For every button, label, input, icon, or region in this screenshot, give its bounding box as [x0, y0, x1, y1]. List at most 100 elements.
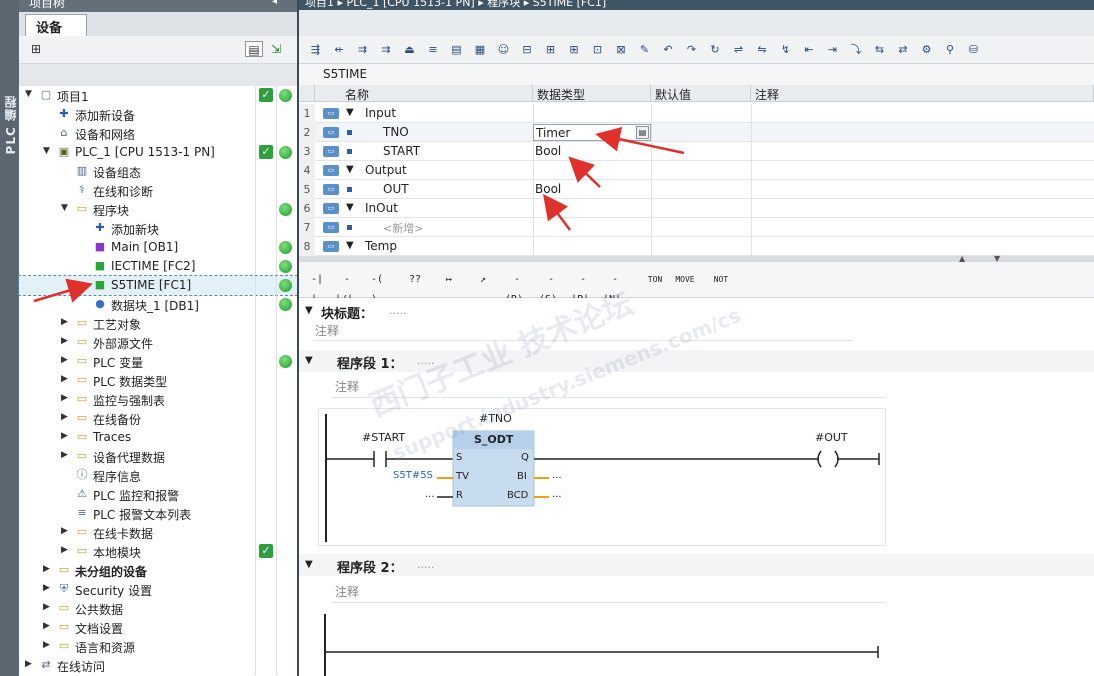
tree-item[interactable]: ▶ ▭ 在线备份	[19, 409, 297, 428]
expand-icon[interactable]: ▶	[61, 355, 71, 367]
collapse-icon[interactable]: ▼	[346, 240, 354, 251]
param-name[interactable]: Output	[365, 163, 407, 177]
tree-item[interactable]: ▶ ▭ 语言和资源	[19, 637, 297, 656]
tree-item[interactable]: ≡ PLC 报警文本列表	[19, 504, 297, 523]
insert-network-icon[interactable]: ⇶	[307, 42, 324, 58]
expand-icon[interactable]: ▼	[305, 305, 313, 316]
collapse-icon[interactable]: ▼	[25, 89, 35, 101]
collapse-icon[interactable]: ▼	[43, 146, 53, 158]
delete-network-icon[interactable]: ⇷	[331, 42, 348, 58]
interface-row[interactable]: 5 ▭ OUT Bool	[299, 180, 1094, 199]
expand-icon[interactable]: ▶	[43, 583, 53, 595]
tree-item[interactable]: ▼ ▭ 程序块	[19, 200, 297, 219]
r-operand[interactable]: ...	[425, 489, 435, 500]
minimize-icon[interactable]: ◂	[272, 0, 277, 7]
compare-icon[interactable]: ⇋	[754, 42, 771, 58]
monitor-icon[interactable]: ⇆	[871, 42, 888, 58]
interface-row[interactable]: 8 ▭ ▼ Temp	[299, 237, 1094, 256]
interface-row[interactable]: 2 ▭ TNO Timer ▤	[299, 123, 1094, 142]
n-contact-icon[interactable]: -|N|-	[601, 270, 629, 305]
ton-button[interactable]: TON	[641, 270, 669, 290]
column-header-comment[interactable]: 注释	[751, 85, 1094, 102]
list-icon[interactable]: ▤	[448, 42, 465, 58]
move-button[interactable]: MOVE	[671, 270, 699, 290]
network-1-header[interactable]: ▼ 程序段 1： .....	[299, 350, 1094, 372]
tree-item[interactable]: ▶ ▭ PLC 数据类型	[19, 371, 297, 390]
expand-icon[interactable]: ▼	[305, 355, 313, 366]
network-1-title-value[interactable]: .....	[417, 354, 434, 367]
network-2-comment[interactable]: 注释	[335, 583, 359, 600]
online-icon[interactable]: ⇄	[895, 42, 912, 58]
param-name[interactable]: Temp	[365, 239, 397, 253]
tree-item[interactable]: ■ Main [OB1]	[19, 238, 297, 257]
interface-row[interactable]: 7 ▭ <新增>	[299, 218, 1094, 237]
tree-item[interactable]: ⓘ 程序信息	[19, 466, 297, 485]
param-name[interactable]: START	[383, 144, 420, 158]
hide-icon[interactable]: ⊠	[613, 42, 630, 58]
tree-item[interactable]: ▶ ▭ 公共数据	[19, 599, 297, 618]
interface-row[interactable]: 6 ▭ ▼ InOut	[299, 199, 1094, 218]
collapse-icon[interactable]: ▼	[346, 164, 354, 175]
coil-operand[interactable]: #OUT	[815, 431, 848, 444]
contact-operand[interactable]: #START	[362, 431, 405, 444]
set-coil-icon[interactable]: -(S)-	[537, 270, 565, 305]
search-icon[interactable]: ⚲	[942, 42, 959, 58]
tree-item[interactable]: ▶ ▭ 监控与强制表	[19, 390, 297, 409]
expand-icon[interactable]: ▶	[61, 450, 71, 462]
tree-item[interactable]: ▶ ▭ 未分组的设备	[19, 561, 297, 580]
tree-item[interactable]: ● 数据块_1 [DB1]	[19, 295, 297, 314]
network-2-ladder[interactable]	[318, 612, 886, 676]
db-icon[interactable]: ⛁	[965, 42, 982, 58]
output-coil[interactable]	[817, 450, 839, 468]
tree-item[interactable]: ▶ ▭ PLC 变量	[19, 352, 297, 371]
empty-box-icon[interactable]: ??	[401, 270, 429, 290]
param-name[interactable]: Input	[365, 106, 396, 120]
interface-row[interactable]: 3 ▭ START Bool	[299, 142, 1094, 161]
coil-icon[interactable]: -( )-	[363, 270, 391, 305]
column-header-datatype[interactable]: 数据类型	[533, 85, 651, 102]
param-name[interactable]: TNO	[383, 125, 409, 139]
block-title-row[interactable]: ▼ 块标题： .....	[299, 300, 1094, 322]
param-datatype[interactable]: Bool	[535, 144, 561, 158]
network-2-title-value[interactable]: .....	[417, 558, 434, 571]
datatype-picker-icon[interactable]: ▤	[636, 126, 649, 139]
tree-item[interactable]: ▼ ▢ 项目1 ✓	[19, 86, 297, 105]
tree-item[interactable]: ⚕ 在线和诊断	[19, 181, 297, 200]
interface-row[interactable]: 4 ▭ ▼ Output	[299, 161, 1094, 180]
show-icon[interactable]: ⊡	[589, 42, 606, 58]
tree-item[interactable]: ■ IECTIME [FC2]	[19, 257, 297, 276]
param-datatype[interactable]: Bool	[535, 182, 561, 196]
network-1-comment[interactable]: 注释	[335, 378, 359, 395]
tree-item[interactable]: ▶ ⛨ Security 设置	[19, 580, 297, 599]
tree-item[interactable]: ▶ ▭ 工艺对象	[19, 314, 297, 333]
expand-icon[interactable]: ▶	[43, 640, 53, 652]
tree-item[interactable]: ▼ ▣ PLC_1 [CPU 1513-1 PN] ✓	[19, 143, 297, 162]
column-header-default[interactable]: 默认值	[651, 85, 751, 102]
tree-item[interactable]: ✚ 添加新设备	[19, 105, 297, 124]
edit-icon[interactable]: ✎	[636, 42, 653, 58]
param-name[interactable]: OUT	[383, 182, 409, 196]
tab-devices[interactable]: 设备	[25, 14, 87, 36]
expand-icon[interactable]: ▶	[43, 602, 53, 614]
expand-icon[interactable]: ▶	[61, 317, 71, 329]
expand-all-icon[interactable]: ⊞	[542, 42, 559, 58]
bi-operand[interactable]: ...	[552, 470, 562, 481]
interface-row[interactable]: 1 ▭ ▼ Input	[299, 104, 1094, 123]
expand-icon[interactable]: ▶	[43, 621, 53, 633]
add-row-icon[interactable]: ⇉	[378, 42, 395, 58]
expand-icon[interactable]: ▶	[61, 374, 71, 386]
jump-icon[interactable]: ↯	[777, 42, 794, 58]
block-title-value[interactable]: .....	[389, 304, 406, 317]
open-branch-icon[interactable]: ↦	[435, 270, 463, 290]
tree-item[interactable]: ■ S5TIME [FC1]	[18, 275, 298, 296]
network-2-header[interactable]: ▼ 程序段 2： .....	[299, 554, 1094, 576]
expand-icon[interactable]: ▶	[61, 412, 71, 424]
collapse-icon[interactable]: ▼	[346, 107, 354, 118]
expand-icon[interactable]: ▶	[61, 336, 71, 348]
tree-item[interactable]: ▶ ▭ 外部源文件	[19, 333, 297, 352]
tree-item[interactable]: ▶ ⇄ 在线访问	[19, 656, 297, 675]
prev-icon[interactable]: ⇤	[801, 42, 818, 58]
insert-row-icon[interactable]: ⇉	[354, 42, 371, 58]
export-icon[interactable]: ⇲	[267, 41, 285, 57]
tree-item[interactable]: ▥ 设备组态	[19, 162, 297, 181]
